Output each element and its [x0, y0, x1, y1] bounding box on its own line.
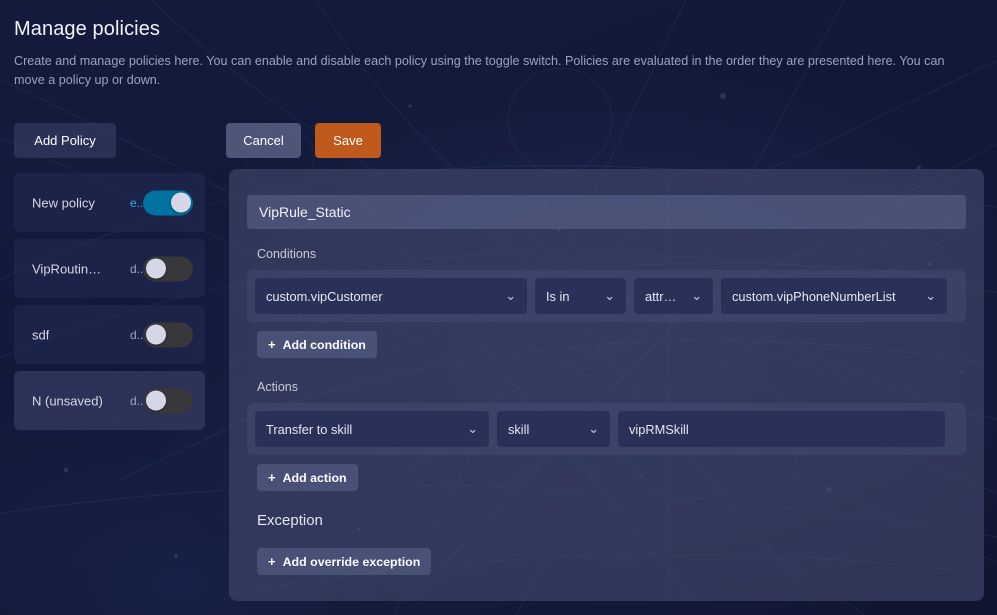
- plus-icon: +: [268, 554, 276, 569]
- condition-type-select[interactable]: attr… ⌄: [634, 278, 713, 314]
- add-override-exception-button[interactable]: + Add override exception: [257, 548, 432, 575]
- policy-enable-toggle[interactable]: [143, 190, 193, 215]
- action-target-type-value: skill: [508, 421, 530, 437]
- toggle-knob: [170, 192, 191, 213]
- cancel-button[interactable]: Cancel: [226, 123, 301, 158]
- add-action-button[interactable]: + Add action: [257, 464, 358, 491]
- conditions-label: Conditions: [257, 247, 317, 261]
- condition-operator-value: Is in: [546, 288, 570, 304]
- add-policy-button[interactable]: Add Policy: [14, 123, 116, 158]
- policy-list: New policy e.. VipRoutin… d.. sdf d.. N …: [14, 173, 205, 437]
- action-target-value: vipRMSkill: [629, 421, 689, 437]
- action-row: Transfer to skill ⌄ skill ⌄ vipRMSkill: [247, 403, 966, 455]
- policy-name: VipRoutin…: [32, 261, 102, 276]
- condition-operator-select[interactable]: Is in ⌄: [535, 278, 626, 314]
- save-button[interactable]: Save: [315, 123, 381, 158]
- page-description: Create and manage policies here. You can…: [14, 54, 945, 87]
- condition-type-value: attr…: [645, 288, 677, 304]
- actions-label: Actions: [257, 380, 298, 394]
- policy-name: New policy: [32, 195, 95, 210]
- policy-list-item-0[interactable]: New policy e..: [14, 173, 205, 232]
- policy-name: N (unsaved): [32, 393, 103, 408]
- policy-list-item-3[interactable]: N (unsaved) d..: [14, 371, 205, 430]
- plus-icon: +: [268, 337, 276, 352]
- policy-list-item-2[interactable]: sdf d..: [14, 305, 205, 364]
- page-header: Manage policies Create and manage polici…: [14, 18, 974, 90]
- add-condition-button[interactable]: + Add condition: [257, 331, 377, 358]
- policy-name: sdf: [32, 327, 50, 342]
- action-target-value-input[interactable]: vipRMSkill: [618, 411, 945, 447]
- chevron-down-icon: ⌄: [505, 288, 516, 303]
- action-type-select[interactable]: Transfer to skill ⌄: [255, 411, 489, 447]
- policy-enable-toggle[interactable]: [143, 256, 193, 281]
- condition-value-value: custom.vipPhoneNumberList: [732, 288, 896, 304]
- policy-editor-panel: VipRule_Static Conditions custom.vipCust…: [229, 169, 984, 601]
- add-override-exception-label: Add override exception: [282, 554, 421, 569]
- condition-attribute-select[interactable]: custom.vipCustomer ⌄: [255, 278, 527, 314]
- chevron-down-icon: ⌄: [467, 421, 478, 436]
- action-target-type-select[interactable]: skill ⌄: [497, 411, 610, 447]
- chevron-down-icon: ⌄: [604, 288, 615, 303]
- policy-list-item-1[interactable]: VipRoutin… d..: [14, 239, 205, 298]
- rule-name-field[interactable]: VipRule_Static: [247, 195, 966, 229]
- plus-icon: +: [268, 470, 276, 485]
- action-type-value: Transfer to skill: [266, 421, 353, 437]
- toggle-knob: [145, 324, 166, 345]
- add-condition-label: Add condition: [282, 337, 366, 352]
- page-title: Manage policies: [14, 18, 161, 40]
- policy-enable-toggle[interactable]: [143, 388, 193, 413]
- add-action-label: Add action: [282, 470, 347, 485]
- chevron-down-icon: ⌄: [691, 288, 702, 303]
- toggle-knob: [145, 258, 166, 279]
- policy-enable-toggle[interactable]: [143, 322, 193, 347]
- condition-value-select[interactable]: custom.vipPhoneNumberList ⌄: [721, 278, 947, 314]
- chevron-down-icon: ⌄: [588, 421, 599, 436]
- exception-title: Exception: [257, 512, 323, 529]
- toggle-knob: [145, 390, 166, 411]
- condition-attribute-value: custom.vipCustomer: [266, 288, 383, 304]
- condition-row: custom.vipCustomer ⌄ Is in ⌄ attr… ⌄ cus…: [247, 270, 966, 322]
- panel-content: VipRule_Static Conditions custom.vipCust…: [229, 169, 984, 575]
- chevron-down-icon: ⌄: [925, 288, 936, 303]
